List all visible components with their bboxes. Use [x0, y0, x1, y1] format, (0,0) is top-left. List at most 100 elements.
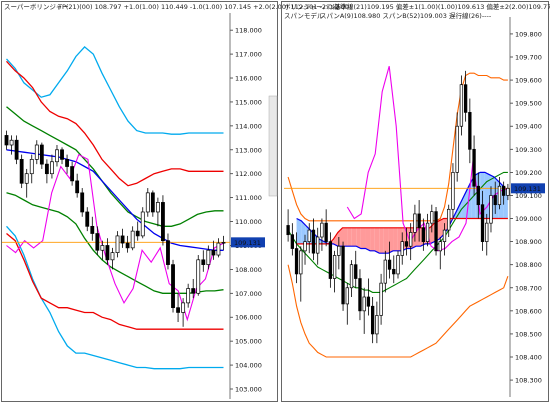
candle-body	[186, 288, 191, 304]
candle-body	[337, 245, 341, 256]
candle-body	[370, 305, 375, 335]
candle-body	[39, 144, 44, 165]
y-tick-label: 111.000	[235, 194, 262, 202]
candle-body	[506, 187, 510, 196]
candle-body	[345, 287, 349, 305]
y-tick-label: 108.300	[515, 377, 542, 385]
y-tick-label: 105.000	[235, 338, 262, 346]
y-tick-label: 106.000	[235, 314, 262, 322]
y-tick-label: 108.400	[515, 354, 542, 362]
candle-body	[221, 242, 226, 244]
candle-body	[354, 264, 358, 279]
y-tick-label: 113.000	[235, 146, 262, 154]
candle-body	[130, 230, 135, 249]
candle-body	[341, 245, 345, 305]
candle-body	[379, 282, 383, 316]
candle-body	[362, 296, 366, 312]
candle-body	[476, 185, 480, 206]
span-cloud-segment	[393, 227, 398, 251]
candle-body	[290, 234, 294, 249]
y-tick-label: 109.200	[515, 169, 542, 177]
y-tick-label: 109.800	[515, 30, 542, 38]
y-tick-label: 107.000	[235, 290, 262, 298]
candle-body	[140, 211, 145, 237]
candle-body	[316, 236, 320, 254]
candle-body	[105, 245, 110, 261]
span-cloud-segment	[383, 227, 389, 254]
candle-body	[409, 232, 413, 247]
candle-body	[307, 229, 311, 242]
candle-body	[155, 202, 160, 213]
candle-body	[299, 250, 303, 275]
candle-body	[480, 204, 485, 242]
candle-body	[161, 202, 165, 242]
candle-body	[489, 195, 493, 224]
span-cloud-segment	[296, 218, 302, 244]
candle-body	[421, 227, 426, 242]
span-cloud-segment	[356, 227, 361, 249]
candle-body	[311, 229, 316, 254]
y-tick-label: 112.000	[235, 170, 262, 178]
candle-body	[502, 185, 506, 196]
candle-body	[115, 235, 120, 253]
candle-body	[387, 259, 392, 270]
candle-body	[434, 211, 438, 252]
candle-body	[145, 192, 150, 213]
candle-body	[125, 242, 130, 249]
candle-body	[120, 235, 125, 244]
right-params-2: スパンA(9)108.980 スパンB(52)109.003 遅行線(26)--…	[320, 11, 492, 20]
candle-body	[44, 163, 49, 175]
y-tick-label: 108.700	[515, 284, 542, 292]
candle-body	[493, 195, 497, 206]
candle-body	[459, 84, 464, 127]
candle-body	[328, 241, 333, 279]
candle-body	[497, 185, 502, 206]
span-cloud-segment	[484, 172, 490, 219]
candle-body	[24, 173, 29, 184]
y-tick-label: 118.000	[235, 27, 262, 35]
price-tag-label: 109.131	[514, 185, 541, 193]
candle-body	[332, 255, 337, 279]
candle-body	[9, 139, 14, 146]
candle-body	[95, 233, 100, 251]
y-tick-label: 109.600	[515, 77, 542, 85]
y-tick-label: 104.000	[235, 362, 262, 370]
y-tick-label: 116.000	[235, 75, 262, 83]
span-cloud-segment	[365, 227, 371, 251]
candle-body	[392, 268, 396, 275]
right-title-2: スパンモデル	[284, 11, 324, 20]
candle-body	[176, 307, 180, 313]
candle-body	[29, 159, 34, 175]
candle-body	[34, 144, 39, 160]
pane-splitter[interactable]	[268, 95, 278, 197]
candle-body	[60, 149, 64, 160]
y-tick-label: 110.000	[235, 218, 262, 226]
span-cloud-segment	[379, 227, 384, 254]
candle-body	[191, 288, 196, 294]
candle-body	[216, 242, 221, 256]
candle-body	[438, 241, 442, 252]
candle-body	[135, 230, 140, 237]
y-tick-label: 114.000	[235, 122, 262, 130]
candle-body	[110, 252, 115, 261]
y-tick-label: 109.500	[515, 100, 542, 108]
y-tick-label: 108.000	[235, 266, 262, 274]
candle-body	[100, 245, 105, 251]
candle-body	[196, 259, 201, 294]
candle-body	[150, 192, 155, 213]
candle-body	[447, 208, 451, 231]
y-tick-label: 109.000	[515, 215, 542, 223]
price-tag-label: 109.131	[234, 239, 261, 247]
candle-body	[85, 211, 90, 227]
candle-body	[417, 213, 421, 229]
chart-canvas: スーパーボリンジャー TP(21)(00) 108.797 +1.0(1.00)…	[0, 0, 550, 404]
candle-body	[65, 159, 69, 167]
y-tick-label: 109.700	[515, 54, 542, 62]
candle-body	[442, 229, 447, 242]
candle-body	[80, 192, 85, 213]
candle-body	[485, 222, 489, 242]
candle-body	[324, 222, 328, 242]
candle-body	[358, 278, 362, 312]
candle-body	[211, 249, 216, 256]
candle-body	[366, 296, 371, 307]
